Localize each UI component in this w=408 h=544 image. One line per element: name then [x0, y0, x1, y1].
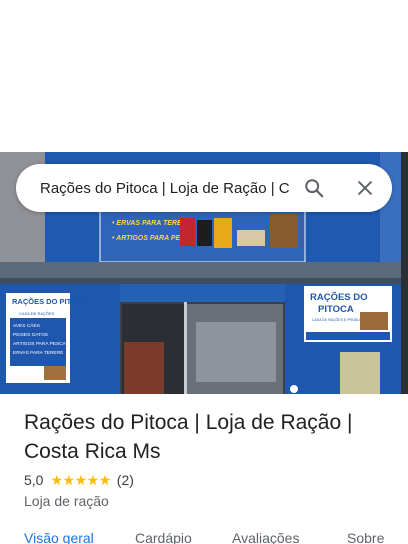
search-icon [305, 179, 324, 198]
search-bar[interactable]: Rações do Pitoca | Loja de Ração | C [16, 164, 392, 212]
banner-item-1: • ERVAS PARA TERERÉ [112, 218, 192, 227]
review-count[interactable]: (2) [117, 472, 134, 488]
place-page: PEIXES • GATOS • ERVAS PARA TERERÉ • ART… [0, 0, 408, 544]
right-sign-title-2: PITOCA [318, 304, 354, 315]
star-icon: ★ [62, 472, 76, 488]
star-icon: ★ [74, 472, 88, 488]
place-tabs: Visão geral Cardápio Avaliações Sobre [0, 530, 408, 544]
rating-value: 5,0 [24, 472, 44, 488]
rating-stars: ★ ★ ★ ★ ★ [50, 472, 112, 488]
star-icon: ★ [50, 472, 63, 488]
rating-row[interactable]: 5,0 ★ ★ ★ ★ ★ (2) [24, 472, 134, 488]
left-sign-items-3: ARTIGOS PARA PESCA [13, 341, 67, 347]
clear-search-button[interactable] [349, 172, 381, 204]
left-sign-items-4: ERVAS PARA TERERÉ [13, 349, 63, 356]
place-category[interactable]: Loja de ração [24, 493, 109, 509]
star-icon: ★ [86, 472, 100, 488]
search-button[interactable] [298, 172, 330, 204]
place-title: Rações do Pitoca | Loja de Ração | Costa… [24, 411, 353, 463]
tab-menu[interactable]: Cardápio [135, 530, 192, 544]
left-sign-title: RAÇÕES DO PITOCA [12, 297, 88, 306]
close-icon [358, 181, 372, 195]
search-query[interactable]: Rações do Pitoca | Loja de Ração | C [40, 180, 298, 197]
left-sign-items-1: AVES CÃES [13, 322, 40, 329]
left-sign-items-2: PEIXES GATOS [13, 332, 48, 338]
tab-overview[interactable]: Visão geral [24, 530, 94, 544]
left-sign-subtitle: CASA DE RAÇÕES [19, 311, 55, 316]
star-icon: ★ [98, 472, 112, 488]
tab-about[interactable]: Sobre [347, 530, 384, 544]
right-sign-title-1: RAÇÕES DO [310, 292, 368, 303]
tab-reviews[interactable]: Avaliações [232, 530, 299, 544]
right-sign-subtitle: CASA DE RAÇÕES E PRODUTOS [312, 317, 368, 322]
